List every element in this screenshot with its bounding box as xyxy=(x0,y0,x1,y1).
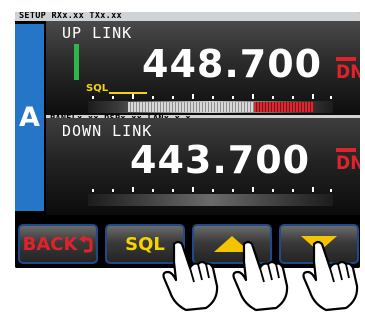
vfo-a-indicator[interactable]: A xyxy=(15,24,44,211)
uplink-meter-red-segment xyxy=(254,102,314,112)
uplink-scale-ticks xyxy=(92,93,332,99)
downlink-mode-text: DN xyxy=(336,152,360,174)
pointing-hand-icon xyxy=(162,240,219,312)
return-arrow-icon xyxy=(79,235,93,253)
sql-button-label: SQL xyxy=(125,233,165,255)
back-button-label: BACK xyxy=(22,233,78,255)
downlink-mode-badge: DN xyxy=(336,148,360,173)
uplink-frequency[interactable]: 448.700 xyxy=(142,44,322,84)
uplink-panel[interactable]: UP LINK SQL 448.700 DN xyxy=(46,21,360,115)
downlink-panel[interactable]: DOWN LINK 443.700 DN xyxy=(46,118,360,215)
downlink-scale-ticks xyxy=(92,186,332,192)
back-button[interactable]: BACK xyxy=(18,224,98,264)
uplink-level-bar xyxy=(74,44,79,80)
downlink-signal-meter xyxy=(88,194,333,206)
downlink-frequency[interactable]: 443.700 xyxy=(130,140,310,180)
pointing-hand-icon xyxy=(302,240,359,312)
uplink-mode-text: DN xyxy=(336,61,360,83)
uplink-mode-badge: DN xyxy=(336,57,360,82)
pointing-hand-icon xyxy=(232,240,289,312)
radio-display: SETUP RXx.xx TXx.xx A UP LINK SQL 448.70… xyxy=(15,12,360,268)
uplink-meter-white-segment xyxy=(128,102,253,112)
uplink-signal-meter xyxy=(88,101,333,113)
uplink-label: UP LINK xyxy=(62,24,133,42)
setup-version-bar: SETUP RXx.xx TXx.xx xyxy=(15,12,360,21)
